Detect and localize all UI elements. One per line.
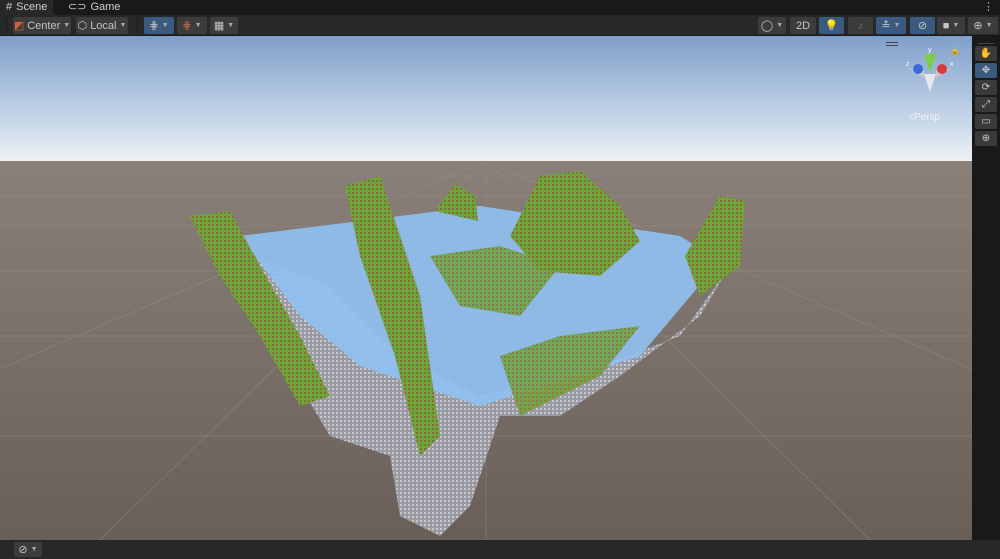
grid-plane-icon: ▦ xyxy=(213,20,225,32)
2d-toggle[interactable]: 2D xyxy=(790,17,816,34)
scene-render xyxy=(0,36,972,540)
cube-icon: ⬡ xyxy=(77,20,88,32)
pivot-icon: ◩ xyxy=(13,20,25,32)
grid-icon: # xyxy=(6,1,13,13)
scale-tool-button[interactable]: ⤢ xyxy=(975,97,997,112)
rotate-tool-button[interactable]: ⟳ xyxy=(975,80,997,95)
transform-tool-button[interactable]: ⊕ xyxy=(975,131,997,146)
scene-viewport[interactable]: y z x 🔒 <Persp xyxy=(0,36,972,540)
drag-handle[interactable] xyxy=(978,36,994,44)
effects-button[interactable]: ≛ ▼ xyxy=(876,17,906,34)
bottom-bar: ⊘ ▼ xyxy=(0,540,1000,559)
gamepad-icon: ⊂⊃ xyxy=(68,1,87,13)
overlay-menu-icon[interactable] xyxy=(886,42,898,46)
audio-icon: ♪ xyxy=(857,19,864,32)
lightbulb-icon: 💡 xyxy=(824,20,839,32)
grid-snap-icon: ⋕ xyxy=(149,20,159,32)
draw-mode-button[interactable]: ◯ ▼ xyxy=(758,17,786,34)
hand-tool-button[interactable]: ✋ xyxy=(975,46,997,61)
hidden-objects-toggle[interactable]: ⊘ xyxy=(910,17,935,34)
svg-text:z: z xyxy=(906,61,910,68)
tab-bar: # Scene ⊂⊃ Game ⋮ xyxy=(0,0,1000,15)
effects-icon: ≛ xyxy=(881,20,891,32)
scene-toolbar: ◩ Center ▼ ⬡ Local ▼ ⋕ ▼ ⋕ ▼ ▦ ▼ ◯ ▼ 2D 💡 ♪ ≛ ▼ ⊘… xyxy=(0,15,1000,36)
move-tool-button[interactable]: ✥ xyxy=(975,63,997,78)
projection-label[interactable]: <Persp xyxy=(908,112,940,123)
camera-icon: ■ xyxy=(942,19,950,32)
increment-snap-button[interactable]: ⋕ ▼ xyxy=(177,17,207,34)
eye-slash-icon: ⊘ xyxy=(917,20,928,32)
svg-text:x: x xyxy=(950,61,954,68)
tab-game[interactable]: ⊂⊃ Game xyxy=(62,0,126,15)
shading-icon: ◯ xyxy=(760,20,774,32)
search-mode-button[interactable]: ⊘ ▼ xyxy=(14,542,42,557)
tab-scene[interactable]: # Scene xyxy=(0,0,54,15)
snap-icon: ⋕ xyxy=(182,20,192,32)
pivot-dropdown[interactable]: ◩ Center ▼ xyxy=(13,17,71,34)
audio-toggle[interactable]: ♪ xyxy=(848,17,873,34)
lighting-toggle[interactable]: 💡 xyxy=(819,17,844,34)
more-options-icon[interactable]: ⋮ xyxy=(983,0,994,15)
space-dropdown[interactable]: ⬡ Local ▼ xyxy=(76,17,128,34)
camera-settings-button[interactable]: ■ ▼ xyxy=(937,17,965,34)
tools-overlay: ✋ ✥ ⟳ ⤢ ▭ ⊕ xyxy=(972,36,1000,540)
grid-visibility-button[interactable]: ▦ ▼ xyxy=(210,17,238,34)
gizmos-button[interactable]: ⊕ ▼ xyxy=(968,17,998,34)
gizmo-icon: ⊕ xyxy=(973,20,983,32)
svg-text:y: y xyxy=(928,47,932,54)
lock-icon[interactable]: 🔒 xyxy=(950,46,960,55)
rect-tool-button[interactable]: ▭ xyxy=(975,114,997,129)
grid-snap-button[interactable]: ⋕ ▼ xyxy=(144,17,174,34)
compass-icon: ⊘ xyxy=(18,544,28,556)
